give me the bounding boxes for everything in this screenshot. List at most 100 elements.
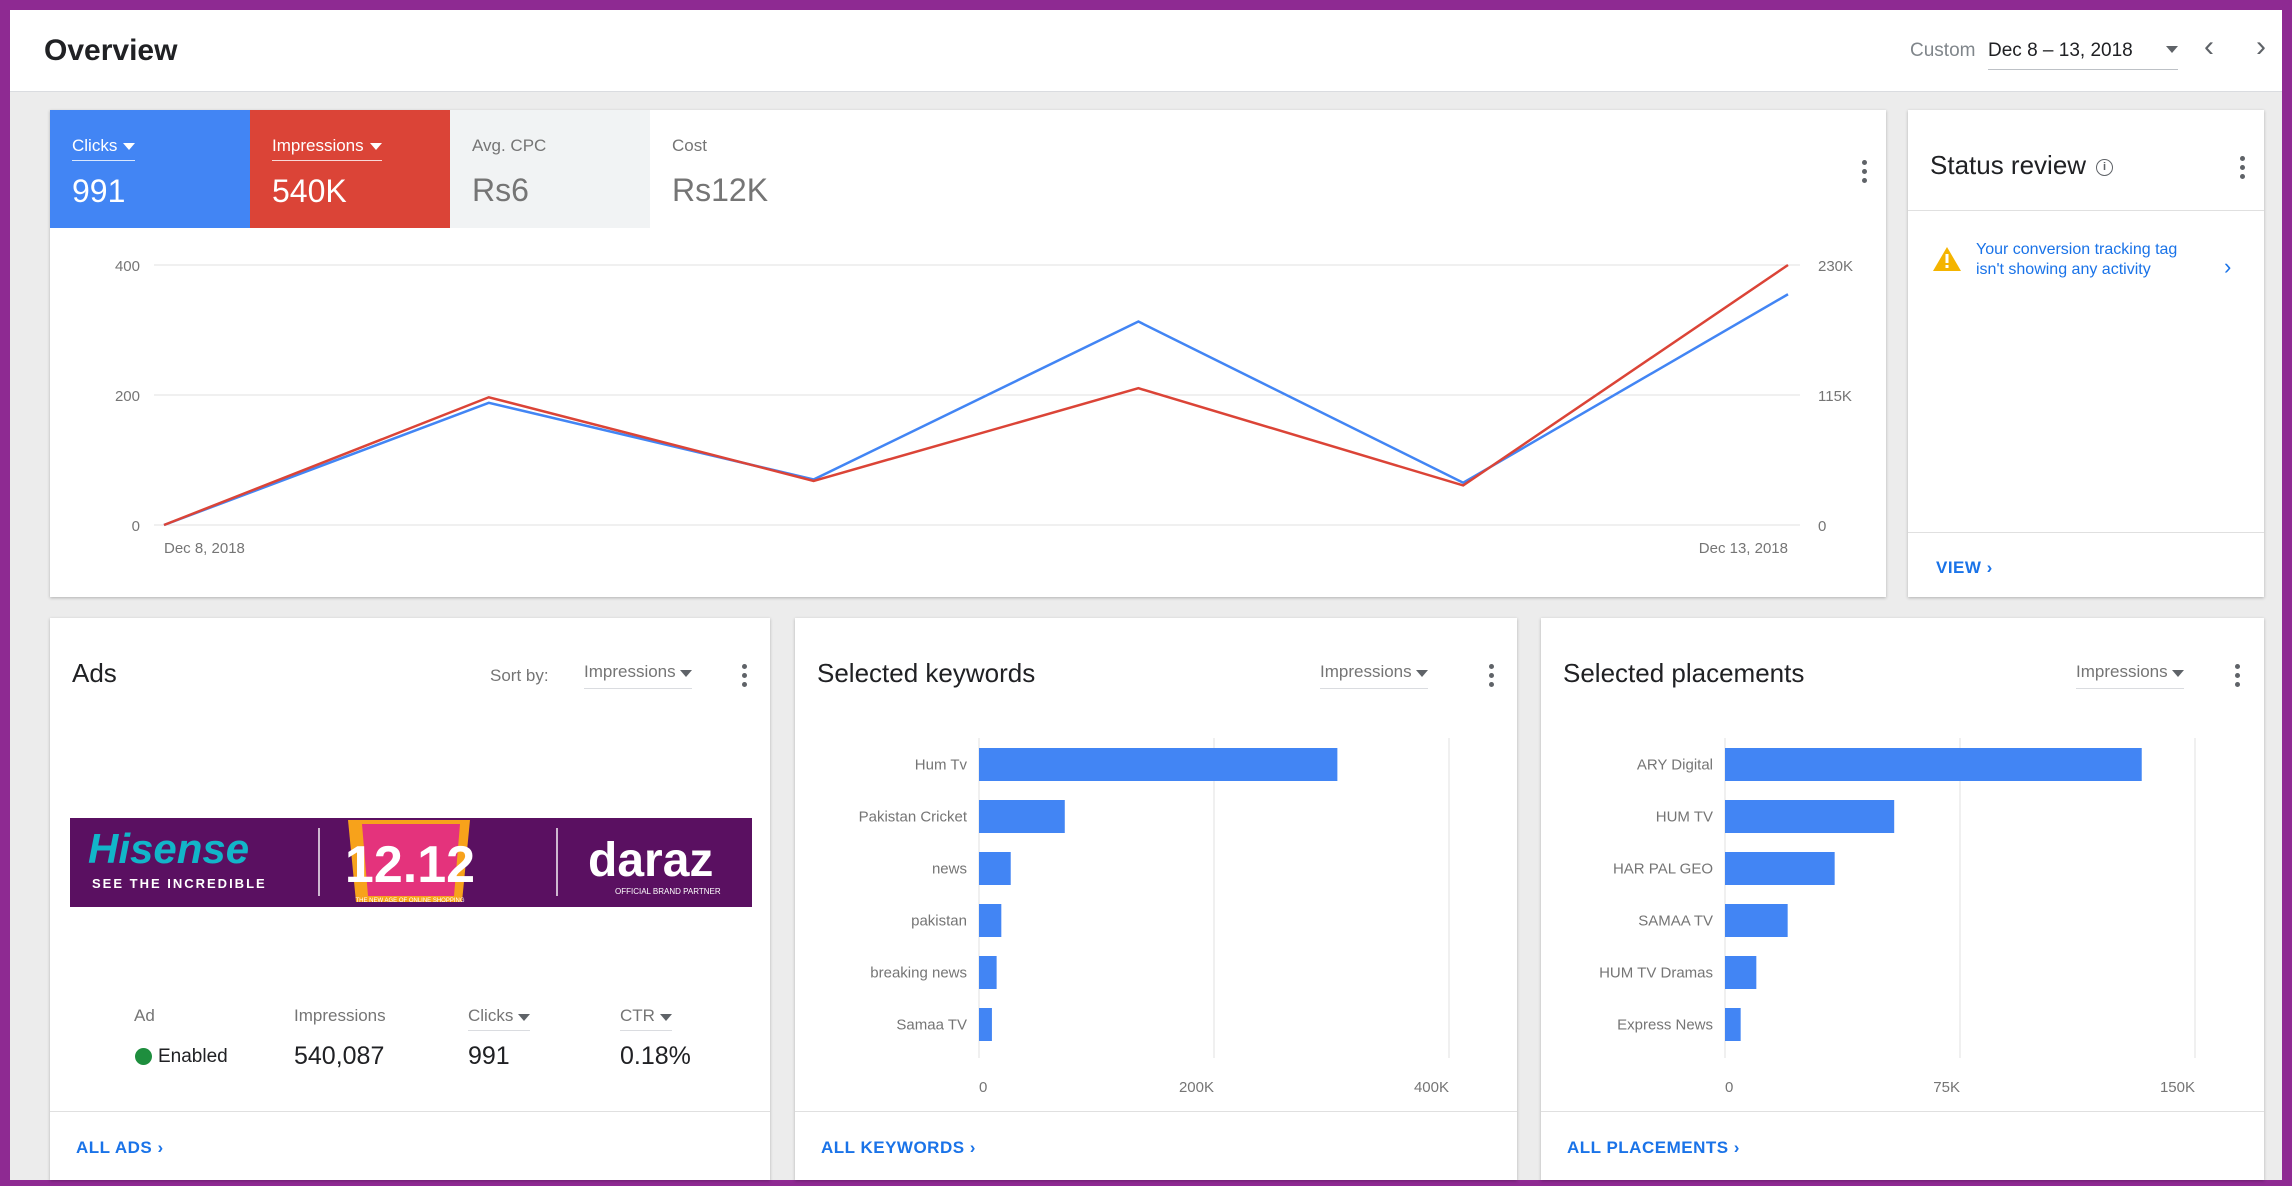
view-status-label: VIEW bbox=[1936, 558, 1982, 577]
chevron-down-icon bbox=[2172, 670, 2185, 677]
column-clicks-select[interactable]: Clicks bbox=[468, 1006, 531, 1031]
placements-title: Selected placements bbox=[1563, 658, 1805, 688]
more-options-icon[interactable] bbox=[740, 664, 748, 694]
ad-tagline: SEE THE INCREDIBLE bbox=[92, 876, 267, 891]
keywords-bar-chart: 0 200K 400K Hum Tv Pakistan Cricket news pakis… bbox=[859, 738, 1450, 1096]
bar-category-label: HUM TV Dramas bbox=[1599, 965, 1713, 982]
all-keywords-link[interactable]: ALL KEYWORDS › bbox=[821, 1138, 976, 1158]
keywords-title: Selected keywords bbox=[817, 658, 1036, 688]
divider bbox=[50, 1111, 770, 1112]
bar bbox=[979, 800, 1065, 833]
bar bbox=[1725, 852, 1835, 885]
date-range-label: Custom bbox=[1910, 40, 1976, 61]
metric-impressions-tab[interactable]: Impressions 540K bbox=[250, 110, 450, 228]
bar bbox=[979, 852, 1011, 885]
status-review-card: Status review i Your conversion tracking … bbox=[1908, 110, 2264, 597]
ad-brand-hisense: Hisense bbox=[88, 825, 249, 872]
all-keywords-label: ALL KEYWORDS bbox=[821, 1138, 965, 1157]
metric-clicks-select[interactable]: Clicks bbox=[72, 136, 136, 161]
x-tick-label: 75K bbox=[1933, 1079, 1960, 1096]
chevron-down-icon[interactable] bbox=[2166, 46, 2178, 53]
bar-category-label: Hum Tv bbox=[915, 757, 968, 774]
bar bbox=[1725, 800, 1895, 833]
chevron-down-icon bbox=[680, 670, 693, 677]
selected-keywords-card: Selected keywords Impressions 0 200K 400K H… bbox=[795, 618, 1517, 1180]
y-tick-right: 115K bbox=[1818, 388, 1852, 405]
bar-category-label: pakistan bbox=[911, 913, 967, 930]
ad-brand-partner: OFFICIAL BRAND PARTNER bbox=[615, 887, 721, 896]
x-tick-label: 0 bbox=[1725, 1079, 1733, 1096]
bar bbox=[1725, 956, 1757, 989]
divider bbox=[1908, 532, 2264, 533]
selected-placements-card: Selected placements Impressions 0 75K 150K… bbox=[1541, 618, 2264, 1180]
y-tick-right: 0 bbox=[1818, 518, 1826, 535]
all-ads-link[interactable]: ALL ADS › bbox=[76, 1138, 164, 1158]
keywords-sort-select[interactable]: Impressions bbox=[1320, 662, 1429, 689]
more-options-icon[interactable] bbox=[2233, 664, 2241, 694]
bar bbox=[1725, 748, 2142, 781]
bar-category-label: Pakistan Cricket bbox=[859, 809, 968, 826]
status-message-link[interactable]: Your conversion tracking tag isn't showi… bbox=[1976, 240, 2206, 280]
ad-impressions-value: 540,087 bbox=[294, 1042, 385, 1070]
y-tick-left: 0 bbox=[132, 518, 140, 535]
metric-impressions-value: 540K bbox=[272, 173, 347, 209]
all-ads-label: ALL ADS bbox=[76, 1138, 153, 1157]
metric-cost-label: Cost bbox=[672, 136, 707, 155]
ads-sort-value: Impressions bbox=[584, 662, 676, 681]
chevron-down-icon bbox=[123, 143, 136, 151]
divider bbox=[1541, 1111, 2264, 1112]
column-ctr-select[interactable]: CTR bbox=[620, 1006, 672, 1031]
bar-category-label: ARY Digital bbox=[1637, 757, 1713, 774]
ad-brand-daraz: daraz bbox=[588, 834, 713, 887]
metric-cost-value: Rs12K bbox=[672, 172, 769, 208]
bar bbox=[1725, 904, 1788, 937]
metric-impressions-select[interactable]: Impressions bbox=[272, 136, 382, 161]
placements-sort-select[interactable]: Impressions bbox=[2076, 662, 2185, 689]
view-status-link[interactable]: VIEW › bbox=[1936, 558, 1993, 578]
ads-title: Ads bbox=[72, 658, 117, 688]
column-ad: Ad bbox=[134, 1006, 155, 1025]
bar bbox=[979, 956, 997, 989]
sort-by-label: Sort by: bbox=[490, 666, 549, 685]
metric-cost-tab[interactable]: Cost Rs12K bbox=[650, 110, 850, 228]
more-options-icon[interactable] bbox=[1860, 160, 1868, 190]
placements-bar-chart: 0 75K 150K ARY Digital HUM TV HAR PAL GEO SAMA… bbox=[1599, 738, 2196, 1096]
bar bbox=[979, 748, 1338, 781]
date-range-select[interactable]: Dec 8 – 13, 2018 bbox=[1988, 36, 2178, 70]
ads-sort-select[interactable]: Impressions bbox=[584, 662, 693, 689]
chevron-down-icon bbox=[369, 143, 382, 151]
status-review-title: Status review i bbox=[1930, 150, 2114, 181]
all-placements-label: ALL PLACEMENTS bbox=[1567, 1138, 1729, 1157]
more-options-icon[interactable] bbox=[1487, 664, 1495, 694]
status-review-title-text: Status review bbox=[1930, 150, 2087, 180]
ad-banner-image[interactable]: Hisense SEE THE INCREDIBLE 12.12 THE NEW… bbox=[70, 818, 752, 907]
divider bbox=[1908, 210, 2264, 211]
enabled-status-icon bbox=[135, 1048, 152, 1065]
ads-card: Ads Sort by: Impressions Hisense SEE THE… bbox=[50, 618, 770, 1180]
metric-avg-cpc-tab[interactable]: Avg. CPC Rs6 bbox=[450, 110, 650, 228]
more-options-icon[interactable] bbox=[2238, 156, 2246, 186]
chevron-right-icon[interactable]: › bbox=[2224, 254, 2231, 280]
metric-impressions-label: Impressions bbox=[272, 136, 364, 155]
x-tick-label: Dec 8, 2018 bbox=[164, 540, 245, 557]
column-clicks-label: Clicks bbox=[468, 1006, 514, 1025]
warning-icon bbox=[1933, 247, 1961, 271]
next-period-button[interactable]: › bbox=[2256, 32, 2266, 62]
bar-category-label: HUM TV bbox=[1656, 809, 1713, 826]
page-header: Overview Custom Dec 8 – 13, 2018 ‹ › bbox=[10, 10, 2282, 92]
performance-line-chart: 0 0 200 115K 400 230K Dec 8, 2018 Dec 13, 2018 bbox=[115, 258, 1853, 557]
series-line-clicks bbox=[163, 293, 1789, 527]
y-tick-right: 230K bbox=[1818, 258, 1853, 275]
x-tick-label: 150K bbox=[2160, 1079, 2195, 1096]
chevron-down-icon bbox=[1416, 670, 1429, 677]
metric-clicks-tab[interactable]: Clicks 991 bbox=[50, 110, 250, 228]
ad-ctr-value: 0.18% bbox=[620, 1042, 691, 1070]
x-tick-label: 200K bbox=[1179, 1079, 1214, 1096]
bar-category-label: Express News bbox=[1617, 1017, 1713, 1034]
previous-period-button[interactable]: ‹ bbox=[2204, 32, 2214, 62]
bar-category-label: breaking news bbox=[870, 965, 967, 982]
all-placements-link[interactable]: ALL PLACEMENTS › bbox=[1567, 1138, 1740, 1158]
info-icon[interactable]: i bbox=[2096, 159, 2114, 176]
bar-category-label: HAR PAL GEO bbox=[1613, 861, 1713, 878]
bar-category-label: Samaa TV bbox=[896, 1017, 967, 1034]
